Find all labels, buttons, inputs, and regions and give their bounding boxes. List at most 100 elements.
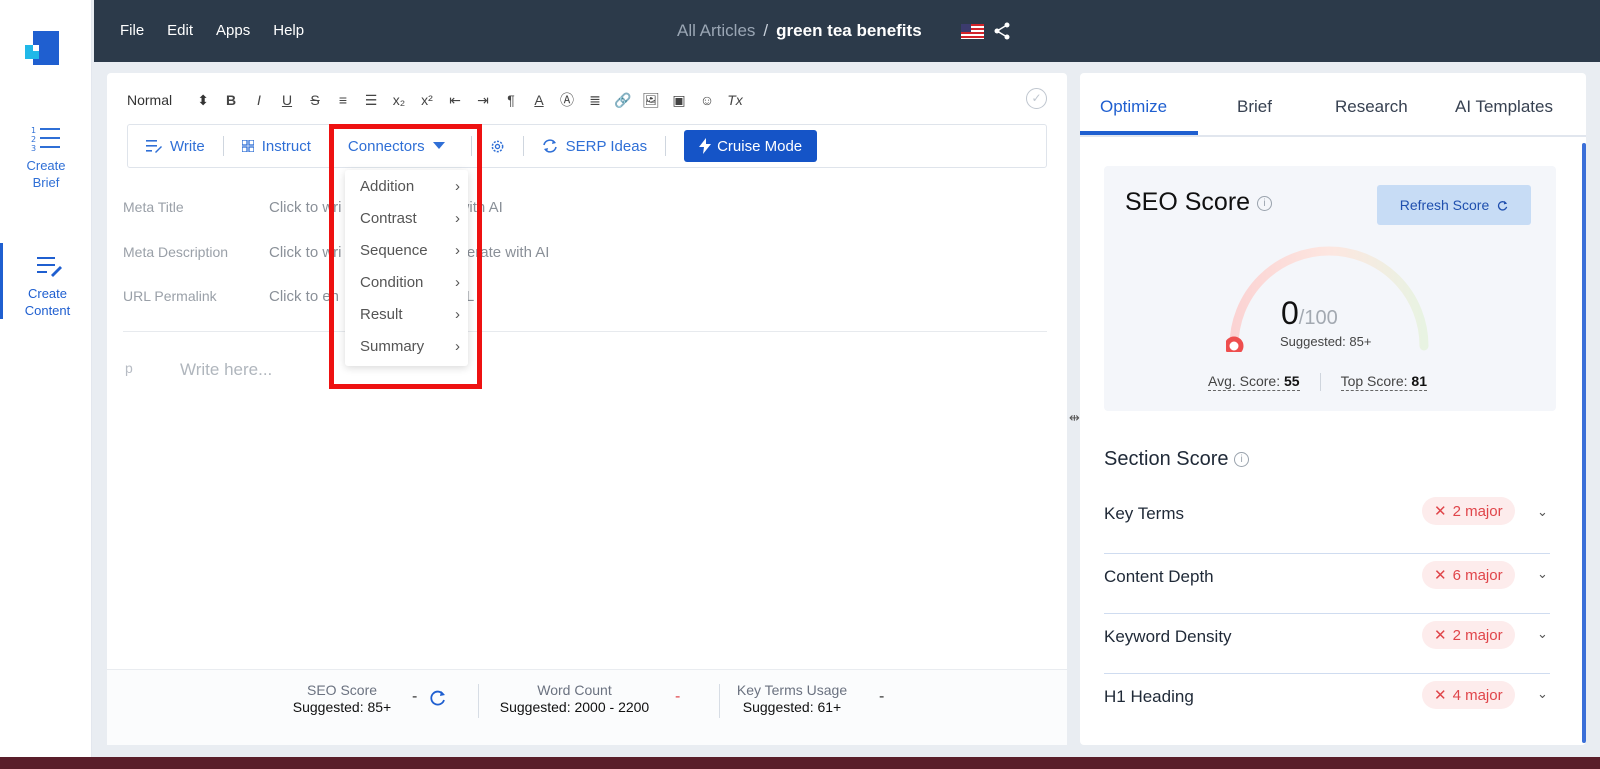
write-icon: [146, 140, 162, 153]
chevron-down-icon[interactable]: ⌄: [1537, 626, 1548, 642]
url-permalink-placeholder-a: Click to en: [269, 288, 340, 305]
section-row-h1-heading[interactable]: H1 Heading ✕ 4 major ⌄: [1104, 674, 1550, 734]
section-row-content-depth[interactable]: Content Depth ✕ 6 major ⌄: [1104, 554, 1550, 614]
italic-icon[interactable]: I: [245, 92, 273, 108]
tab-brief[interactable]: Brief: [1237, 97, 1272, 117]
text-direction-icon[interactable]: ¶: [497, 92, 525, 108]
clear-format-icon[interactable]: Tx: [721, 92, 749, 108]
connectors-menu-item-sequence[interactable]: Sequence ›: [360, 242, 460, 259]
tab-ai-templates[interactable]: AI Templates: [1455, 97, 1553, 117]
chevron-down-icon[interactable]: ⌄: [1537, 504, 1548, 520]
outdent-icon[interactable]: ⇤: [441, 92, 469, 109]
refresh-score-button[interactable]: Refresh Score: [1377, 185, 1531, 225]
rail-item-create-content[interactable]: Create Content: [0, 243, 92, 319]
stat-word-count: Word Count Suggested: 2000 - 2200: [492, 682, 657, 716]
editor-divider: [123, 331, 1047, 332]
chevron-right-icon: ›: [455, 306, 460, 323]
instruct-label: Instruct: [261, 137, 311, 155]
paragraph-style-select[interactable]: Normal ⬍: [127, 92, 217, 109]
rail-item-create-brief[interactable]: 1 2 3 Create Brief: [0, 125, 92, 191]
avg-score[interactable]: Avg. Score: 55: [1208, 373, 1300, 391]
meta-description-row[interactable]: Meta Description Click to wri on or genera…: [123, 244, 549, 261]
write-button[interactable]: Write: [146, 138, 205, 155]
link-icon[interactable]: 🔗: [609, 92, 637, 109]
app-logo-icon[interactable]: [25, 31, 59, 65]
breadcrumb: All Articles / green tea benefits: [677, 21, 922, 41]
stat-kt-value: -: [879, 688, 885, 705]
menu-help[interactable]: Help: [273, 22, 304, 39]
connectors-menu-item-summary[interactable]: Summary ›: [360, 338, 460, 355]
status-badge: ✕ 6 major: [1422, 561, 1515, 589]
top-score[interactable]: Top Score: 81: [1340, 373, 1427, 391]
menu-file[interactable]: File: [120, 22, 144, 39]
refresh-icon[interactable]: [429, 689, 447, 707]
grid-icon: [241, 140, 254, 152]
settings-button[interactable]: [490, 139, 505, 154]
subscript-icon[interactable]: x₂: [385, 92, 413, 108]
chevron-right-icon: ›: [455, 242, 460, 259]
section-label: Content Depth: [1104, 567, 1214, 586]
menu-edit[interactable]: Edit: [167, 22, 193, 39]
divider: [470, 136, 472, 156]
connectors-menu-item-result[interactable]: Result ›: [360, 306, 460, 323]
menu-apps[interactable]: Apps: [216, 22, 250, 39]
image-icon[interactable]: 🖼: [637, 92, 665, 109]
indent-icon[interactable]: ⇥: [469, 92, 497, 109]
bullet-list-icon[interactable]: ☰: [357, 92, 385, 109]
connectors-dropdown-button[interactable]: Connectors: [348, 138, 445, 155]
connectors-menu-item-contrast[interactable]: Contrast ›: [360, 210, 460, 227]
divider: [478, 684, 479, 718]
breadcrumb-all-articles[interactable]: All Articles: [677, 21, 755, 41]
cruise-mode-button[interactable]: Cruise Mode: [684, 130, 818, 162]
share-icon[interactable]: [993, 22, 1011, 40]
main-menu: File Edit Apps Help: [120, 22, 304, 39]
strikethrough-icon[interactable]: S: [301, 92, 329, 108]
chevron-down-icon[interactable]: ⌄: [1537, 686, 1548, 702]
section-label: Key Terms: [1104, 504, 1184, 523]
panel-resize-handle-icon[interactable]: ⇹: [1069, 410, 1080, 426]
ordered-list-icon[interactable]: ≡: [329, 92, 357, 108]
score-suggested: Suggested: 85+: [1280, 334, 1372, 349]
check-circle-icon[interactable]: ✓: [1026, 88, 1047, 109]
section-row-key-terms[interactable]: Key Terms ✕ 2 major ⌄: [1104, 494, 1550, 554]
refresh-score-label: Refresh Score: [1399, 197, 1490, 213]
stat-seo-label: SEO Score: [306, 682, 378, 698]
emoji-icon[interactable]: ☺: [693, 92, 721, 108]
rail-label-line2: Brief: [32, 175, 60, 190]
superscript-icon[interactable]: x²: [413, 92, 441, 108]
scrollbar[interactable]: [1582, 143, 1586, 743]
section-score-title: Section Score i: [1104, 448, 1250, 471]
align-icon[interactable]: ≣: [581, 92, 609, 109]
x-icon: ✕: [1434, 687, 1447, 704]
stat-wc-value: -: [675, 688, 681, 705]
taskbar-strip: [0, 757, 1600, 769]
body-editor[interactable]: Write here...: [180, 360, 272, 380]
connectors-menu-item-addition[interactable]: Addition ›: [360, 178, 460, 195]
document-title[interactable]: green tea benefits: [776, 21, 922, 41]
tab-optimize[interactable]: Optimize: [1100, 97, 1167, 117]
section-row-keyword-density[interactable]: Keyword Density ✕ 2 major ⌄: [1104, 614, 1550, 674]
info-icon[interactable]: i: [1257, 195, 1273, 211]
stats-footer: SEO Score Suggested: 85+ - Word Count Su…: [107, 669, 1067, 745]
cruise-mode-label: Cruise Mode: [717, 137, 803, 155]
underline-icon[interactable]: U: [273, 92, 301, 108]
url-permalink-label: URL Permalink: [123, 288, 217, 304]
write-label: Write: [170, 137, 205, 155]
info-icon[interactable]: i: [1234, 452, 1250, 468]
serp-ideas-button[interactable]: SERP Ideas: [542, 138, 647, 155]
chevron-down-icon[interactable]: ⌄: [1537, 566, 1548, 582]
gauge-marker: [1226, 336, 1244, 352]
stat-kt-label: Key Terms Usage: [736, 682, 848, 698]
us-flag-icon[interactable]: [961, 24, 984, 39]
divider: [1319, 373, 1321, 391]
highlight-icon[interactable]: Ⓐ: [553, 90, 581, 110]
stat-wc-suggested: Suggested: 2000 - 2200: [499, 699, 650, 715]
bold-icon[interactable]: B: [217, 92, 245, 108]
font-color-icon[interactable]: A: [525, 92, 553, 108]
video-icon[interactable]: ▣: [665, 92, 693, 109]
connectors-menu-item-condition[interactable]: Condition ›: [360, 274, 460, 291]
chevron-right-icon: ›: [455, 338, 460, 355]
tab-research[interactable]: Research: [1335, 97, 1408, 117]
meta-description-placeholder-a: Click to wri: [269, 244, 342, 261]
instruct-button[interactable]: Instruct: [241, 137, 311, 155]
